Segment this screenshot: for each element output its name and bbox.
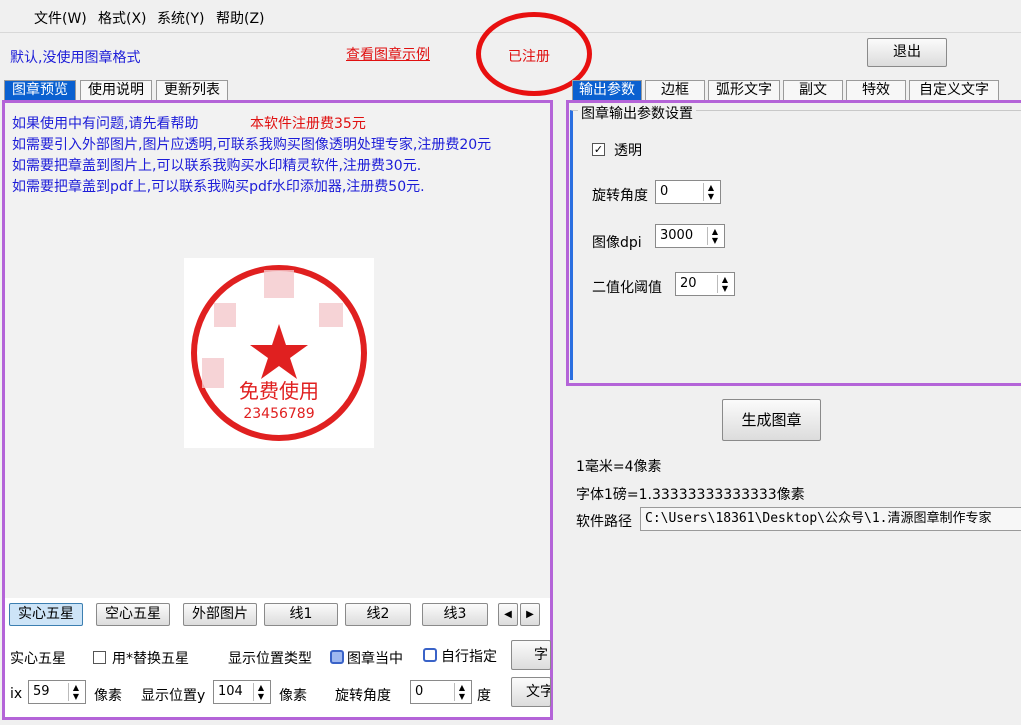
dpi-value: 3000 (660, 228, 694, 243)
x-position-input[interactable]: 59 ▲ ▼ (28, 680, 86, 704)
tab-stamp-preview[interactable]: 图章预览 (4, 80, 76, 100)
menu-format[interactable]: 格式(X) (98, 8, 147, 28)
line1-button[interactable]: 线1 (264, 603, 338, 626)
x-label: ix (10, 686, 23, 702)
tab-output-params[interactable]: 输出参数 (572, 80, 642, 100)
y-spinner-arrows[interactable]: ▲ ▼ (253, 683, 268, 701)
custom-radio[interactable] (423, 648, 437, 662)
threshold-input[interactable]: 20 ▲ ▼ (675, 272, 735, 296)
scroll-left-button[interactable]: ◀ (498, 603, 518, 626)
tab-border[interactable]: 边框 (645, 80, 705, 100)
rotation-label: 旋转角度 (335, 688, 391, 704)
example-link[interactable]: 查看图章示例 (346, 44, 430, 64)
rotate-angle-input[interactable]: 0 ▲ ▼ (655, 180, 721, 204)
center-radio[interactable] (330, 650, 344, 664)
y-position-input[interactable]: 104 ▲ ▼ (213, 680, 271, 704)
mm-conversion-text: 1毫米=4像素 (576, 459, 662, 475)
menu-system[interactable]: 系统(Y) (157, 8, 204, 28)
cut-off-button-2[interactable]: 文字 (511, 677, 551, 707)
software-path-field[interactable]: C:\Users\18361\Desktop\公众号\1.清源图章制作专家 (640, 507, 1021, 531)
menu-file[interactable]: 文件(W) (34, 8, 87, 28)
cut-off-button-1[interactable]: 字 (511, 640, 551, 670)
output-group-title: 图章输出参数设置 (578, 103, 696, 123)
notice-pdf: 如需要把章盖到pdf上,可以联系我购买pdf水印添加器,注册费50元. (12, 179, 425, 195)
notice-watermark: 如需要把章盖到图片上,可以联系我购买水印精灵软件,注册费30元. (12, 158, 422, 174)
tab-update-list[interactable]: 更新列表 (156, 80, 228, 100)
default-format-text: 默认,没使用图章格式 (10, 50, 141, 66)
rotate-spinner-arrows[interactable]: ▲ ▼ (703, 183, 718, 201)
solid-star-button[interactable]: 实心五星 (9, 603, 83, 626)
tab-custom-text[interactable]: 自定义文字 (909, 80, 999, 100)
transparent-label: 透明 (614, 143, 642, 159)
rotate-angle-label: 旋转角度 (592, 188, 648, 204)
transparent-checkbox[interactable]: ✓ (592, 143, 605, 156)
custom-label: 自行指定 (441, 649, 497, 665)
notice-external-image: 如需要引入外部图片,图片应透明,可联系我购买图像透明处理专家,注册费20元 (12, 137, 492, 153)
rotation-spinner-arrows[interactable]: ▲ ▼ (454, 683, 469, 701)
dpi-label: 图像dpi (592, 235, 642, 251)
rotation-input[interactable]: 0 ▲ ▼ (410, 680, 472, 704)
replace-star-checkbox[interactable] (93, 651, 106, 664)
star-type-label: 实心五星 (10, 651, 66, 667)
threshold-value: 20 (680, 276, 697, 291)
x-unit-label: 像素 (94, 688, 122, 704)
replace-star-label: 用*替换五星 (112, 651, 189, 667)
degree-label: 度 (477, 688, 491, 704)
path-label: 软件路径 (576, 514, 632, 530)
line3-button[interactable]: 线3 (422, 603, 488, 626)
dpi-input[interactable]: 3000 ▲ ▼ (655, 224, 725, 248)
scroll-right-button[interactable]: ▶ (520, 603, 540, 626)
dpi-spinner-arrows[interactable]: ▲ ▼ (707, 227, 722, 245)
x-spinner-arrows[interactable]: ▲ ▼ (68, 683, 83, 701)
pt-conversion-text: 字体1磅=1.33333333333333像素 (576, 487, 805, 503)
tab-arc-text[interactable]: 弧形文字 (708, 80, 780, 100)
hollow-star-button[interactable]: 空心五星 (96, 603, 170, 626)
exit-button[interactable]: 退出 (867, 38, 947, 67)
stamp-text: 免费使用 (239, 379, 319, 403)
menu-help[interactable]: 帮助(Z) (216, 8, 265, 28)
line2-button[interactable]: 线2 (345, 603, 411, 626)
notice-help: 如果使用中有问题,请先看帮助 (12, 116, 199, 132)
x-position-value: 59 (33, 684, 50, 699)
y-unit-label: 像素 (279, 688, 307, 704)
center-label: 图章当中 (347, 651, 403, 667)
position-type-label: 显示位置类型 (228, 651, 312, 667)
threshold-spinner-arrows[interactable]: ▲ ▼ (717, 275, 732, 293)
stamp-preview-image: 免费使用 23456789 (184, 258, 374, 448)
y-position-value: 104 (218, 684, 243, 699)
rotation-value: 0 (415, 684, 424, 699)
tab-subtext[interactable]: 副文 (783, 80, 843, 100)
rotate-angle-value: 0 (660, 184, 669, 199)
external-image-button[interactable]: 外部图片 (183, 603, 257, 626)
stamp-graphic: 免费使用 23456789 (191, 265, 367, 441)
notice-fee: 本软件注册费35元 (250, 116, 366, 132)
y-position-label: 显示位置y (141, 688, 206, 704)
tab-instructions[interactable]: 使用说明 (80, 80, 152, 100)
tab-effects[interactable]: 特效 (846, 80, 906, 100)
stamp-number: 23456789 (243, 406, 314, 422)
generate-stamp-button[interactable]: 生成图章 (722, 399, 821, 441)
threshold-label: 二值化阈值 (592, 280, 662, 296)
